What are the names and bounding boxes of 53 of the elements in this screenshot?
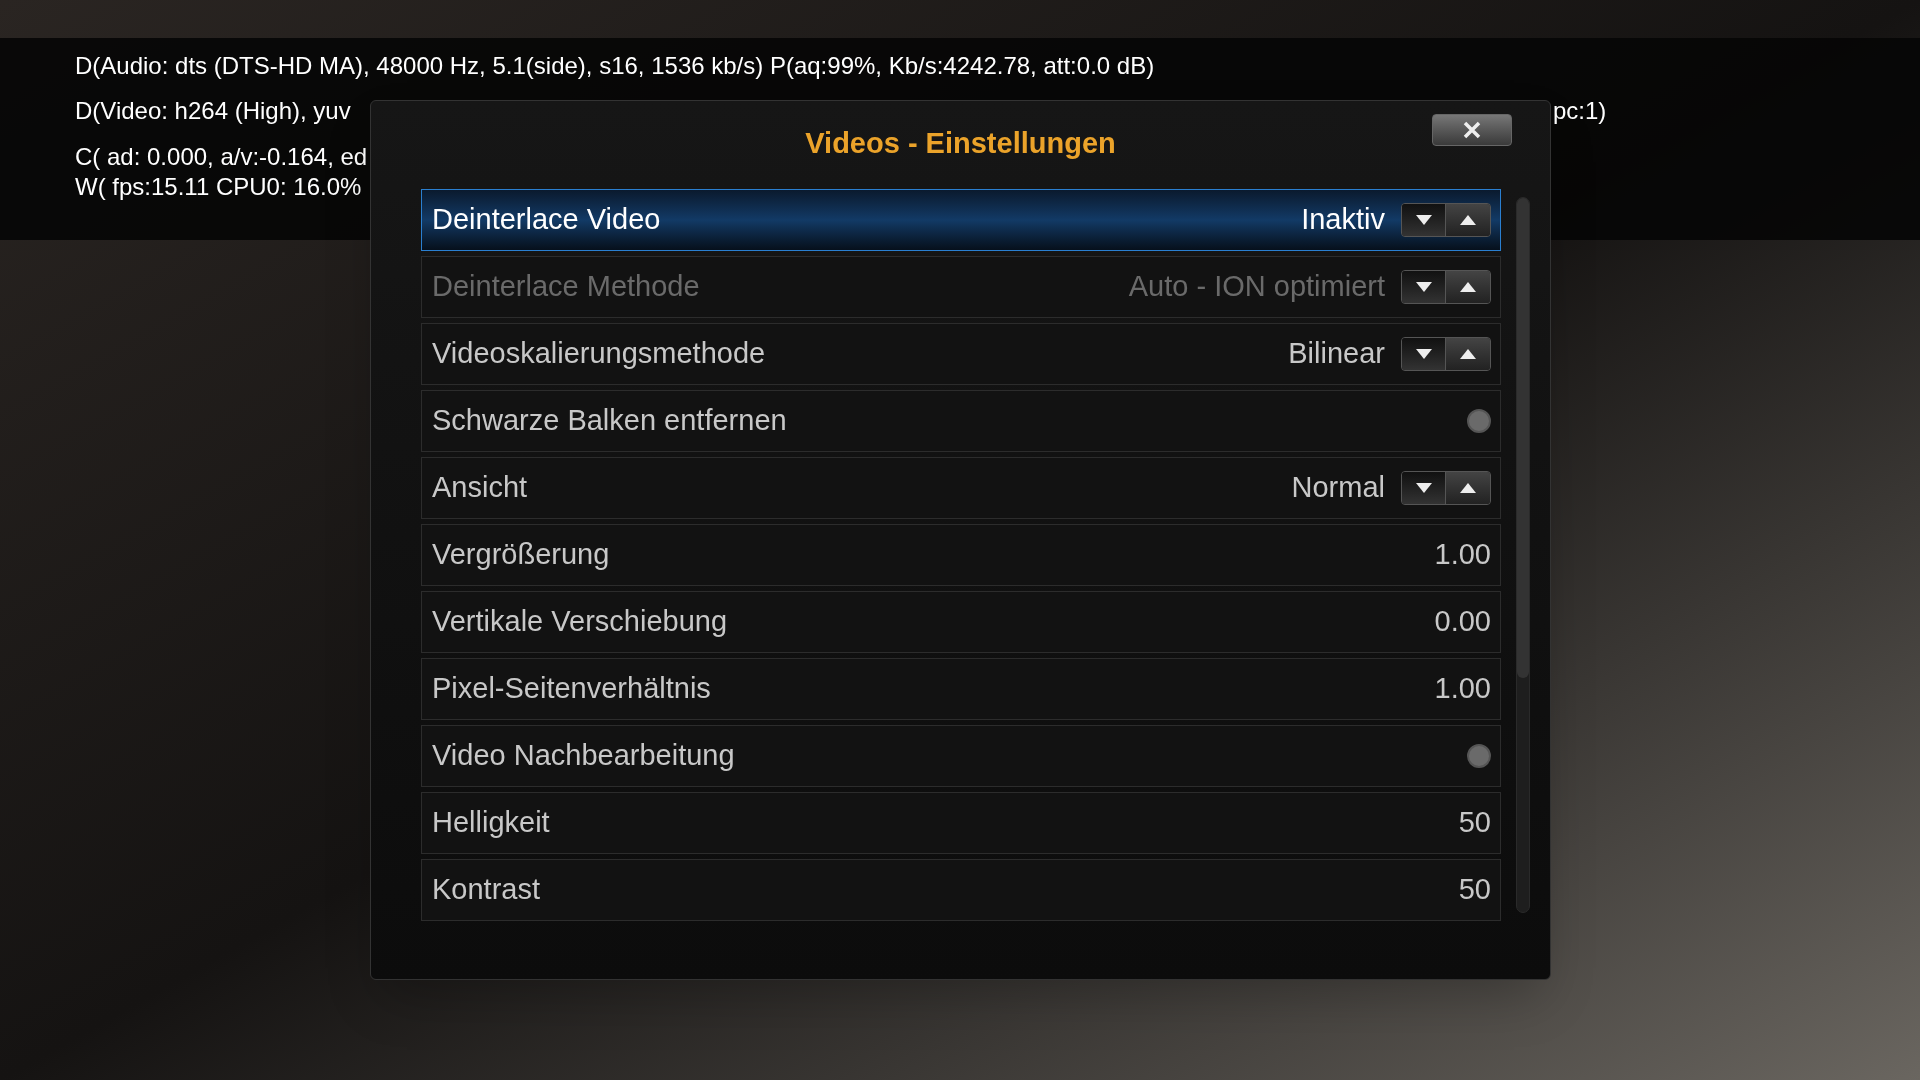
setting-row[interactable]: Deinterlace Video Inaktiv [421,189,1501,251]
setting-value: Bilinear [1288,336,1385,372]
up-triangle-icon [1459,348,1477,360]
scrollbar-thumb[interactable] [1517,198,1529,678]
down-triangle-icon [1414,281,1433,293]
setting-label: Pixel-Seitenverhältnis [432,671,711,707]
debug-text: C( ad: 0.000, a/v:-0.164, ed [75,143,368,170]
setting-value: 50 [1458,805,1491,841]
setting-label: Ansicht [432,470,528,506]
setting-row[interactable]: Vergrößerung 1.00 [421,524,1501,586]
spin-down-button[interactable] [1402,338,1446,370]
setting-label: Video Nachbearbeitung [432,738,735,774]
setting-value: 0.00 [1434,604,1491,640]
dialog-title: Videos - Einstellungen [805,126,1116,162]
setting-row[interactable]: Schwarze Balken entfernen [421,390,1501,452]
setting-label: Kontrast [432,872,540,908]
debug-text: W( fps:15.11 CPU0: 16.0% [75,173,362,200]
setting-label: Deinterlace Methode [432,269,700,305]
setting-row[interactable]: Helligkeit 50 [421,792,1501,854]
debug-text: D(Video: h264 (High), yuv [75,97,351,124]
setting-value: Normal [1291,470,1385,506]
close-icon [1463,121,1481,139]
setting-row[interactable]: Video Nachbearbeitung [421,725,1501,787]
setting-label: Deinterlace Video [432,202,661,238]
setting-row[interactable]: Pixel-Seitenverhältnis 1.00 [421,658,1501,720]
debug-text: pc:1) [1553,96,1607,126]
setting-label: Vergrößerung [432,537,610,573]
close-button[interactable] [1432,114,1512,146]
spin-down-button[interactable] [1402,472,1446,504]
setting-label: Videoskalierungsmethode [432,336,766,372]
spin-up-button[interactable] [1446,338,1490,370]
setting-label: Helligkeit [432,805,550,841]
spin-up-button[interactable] [1446,472,1490,504]
setting-value: Auto - ION optimiert [1128,269,1385,305]
setting-label: Schwarze Balken entfernen [432,403,787,439]
setting-row[interactable]: Ansicht Normal [421,457,1501,519]
setting-value: Inaktiv [1301,202,1385,238]
up-triangle-icon [1459,482,1477,494]
setting-value: 1.00 [1434,671,1491,707]
spin-down-button[interactable] [1402,204,1446,236]
down-triangle-icon [1414,214,1433,226]
debug-text: D(Audio: dts (DTS-HD MA), 48000 Hz, 5.1(side), s16, 1536 kb/s) P(aq:99%, Kb/s:4242.78, att:0.0 dB) [75,52,1155,79]
setting-row[interactable]: Videoskalierungsmethode Bilinear [421,323,1501,385]
setting-value: 50 [1458,872,1491,908]
setting-label: Vertikale Verschiebung [432,604,728,640]
up-triangle-icon [1459,214,1477,226]
setting-row[interactable]: Kontrast 50 [421,859,1501,921]
down-triangle-icon [1414,348,1433,360]
setting-row[interactable]: Vertikale Verschiebung 0.00 [421,591,1501,653]
spin-up-button[interactable] [1446,204,1490,236]
up-triangle-icon [1459,281,1477,293]
setting-value: 1.00 [1434,537,1491,573]
down-triangle-icon [1414,482,1433,494]
